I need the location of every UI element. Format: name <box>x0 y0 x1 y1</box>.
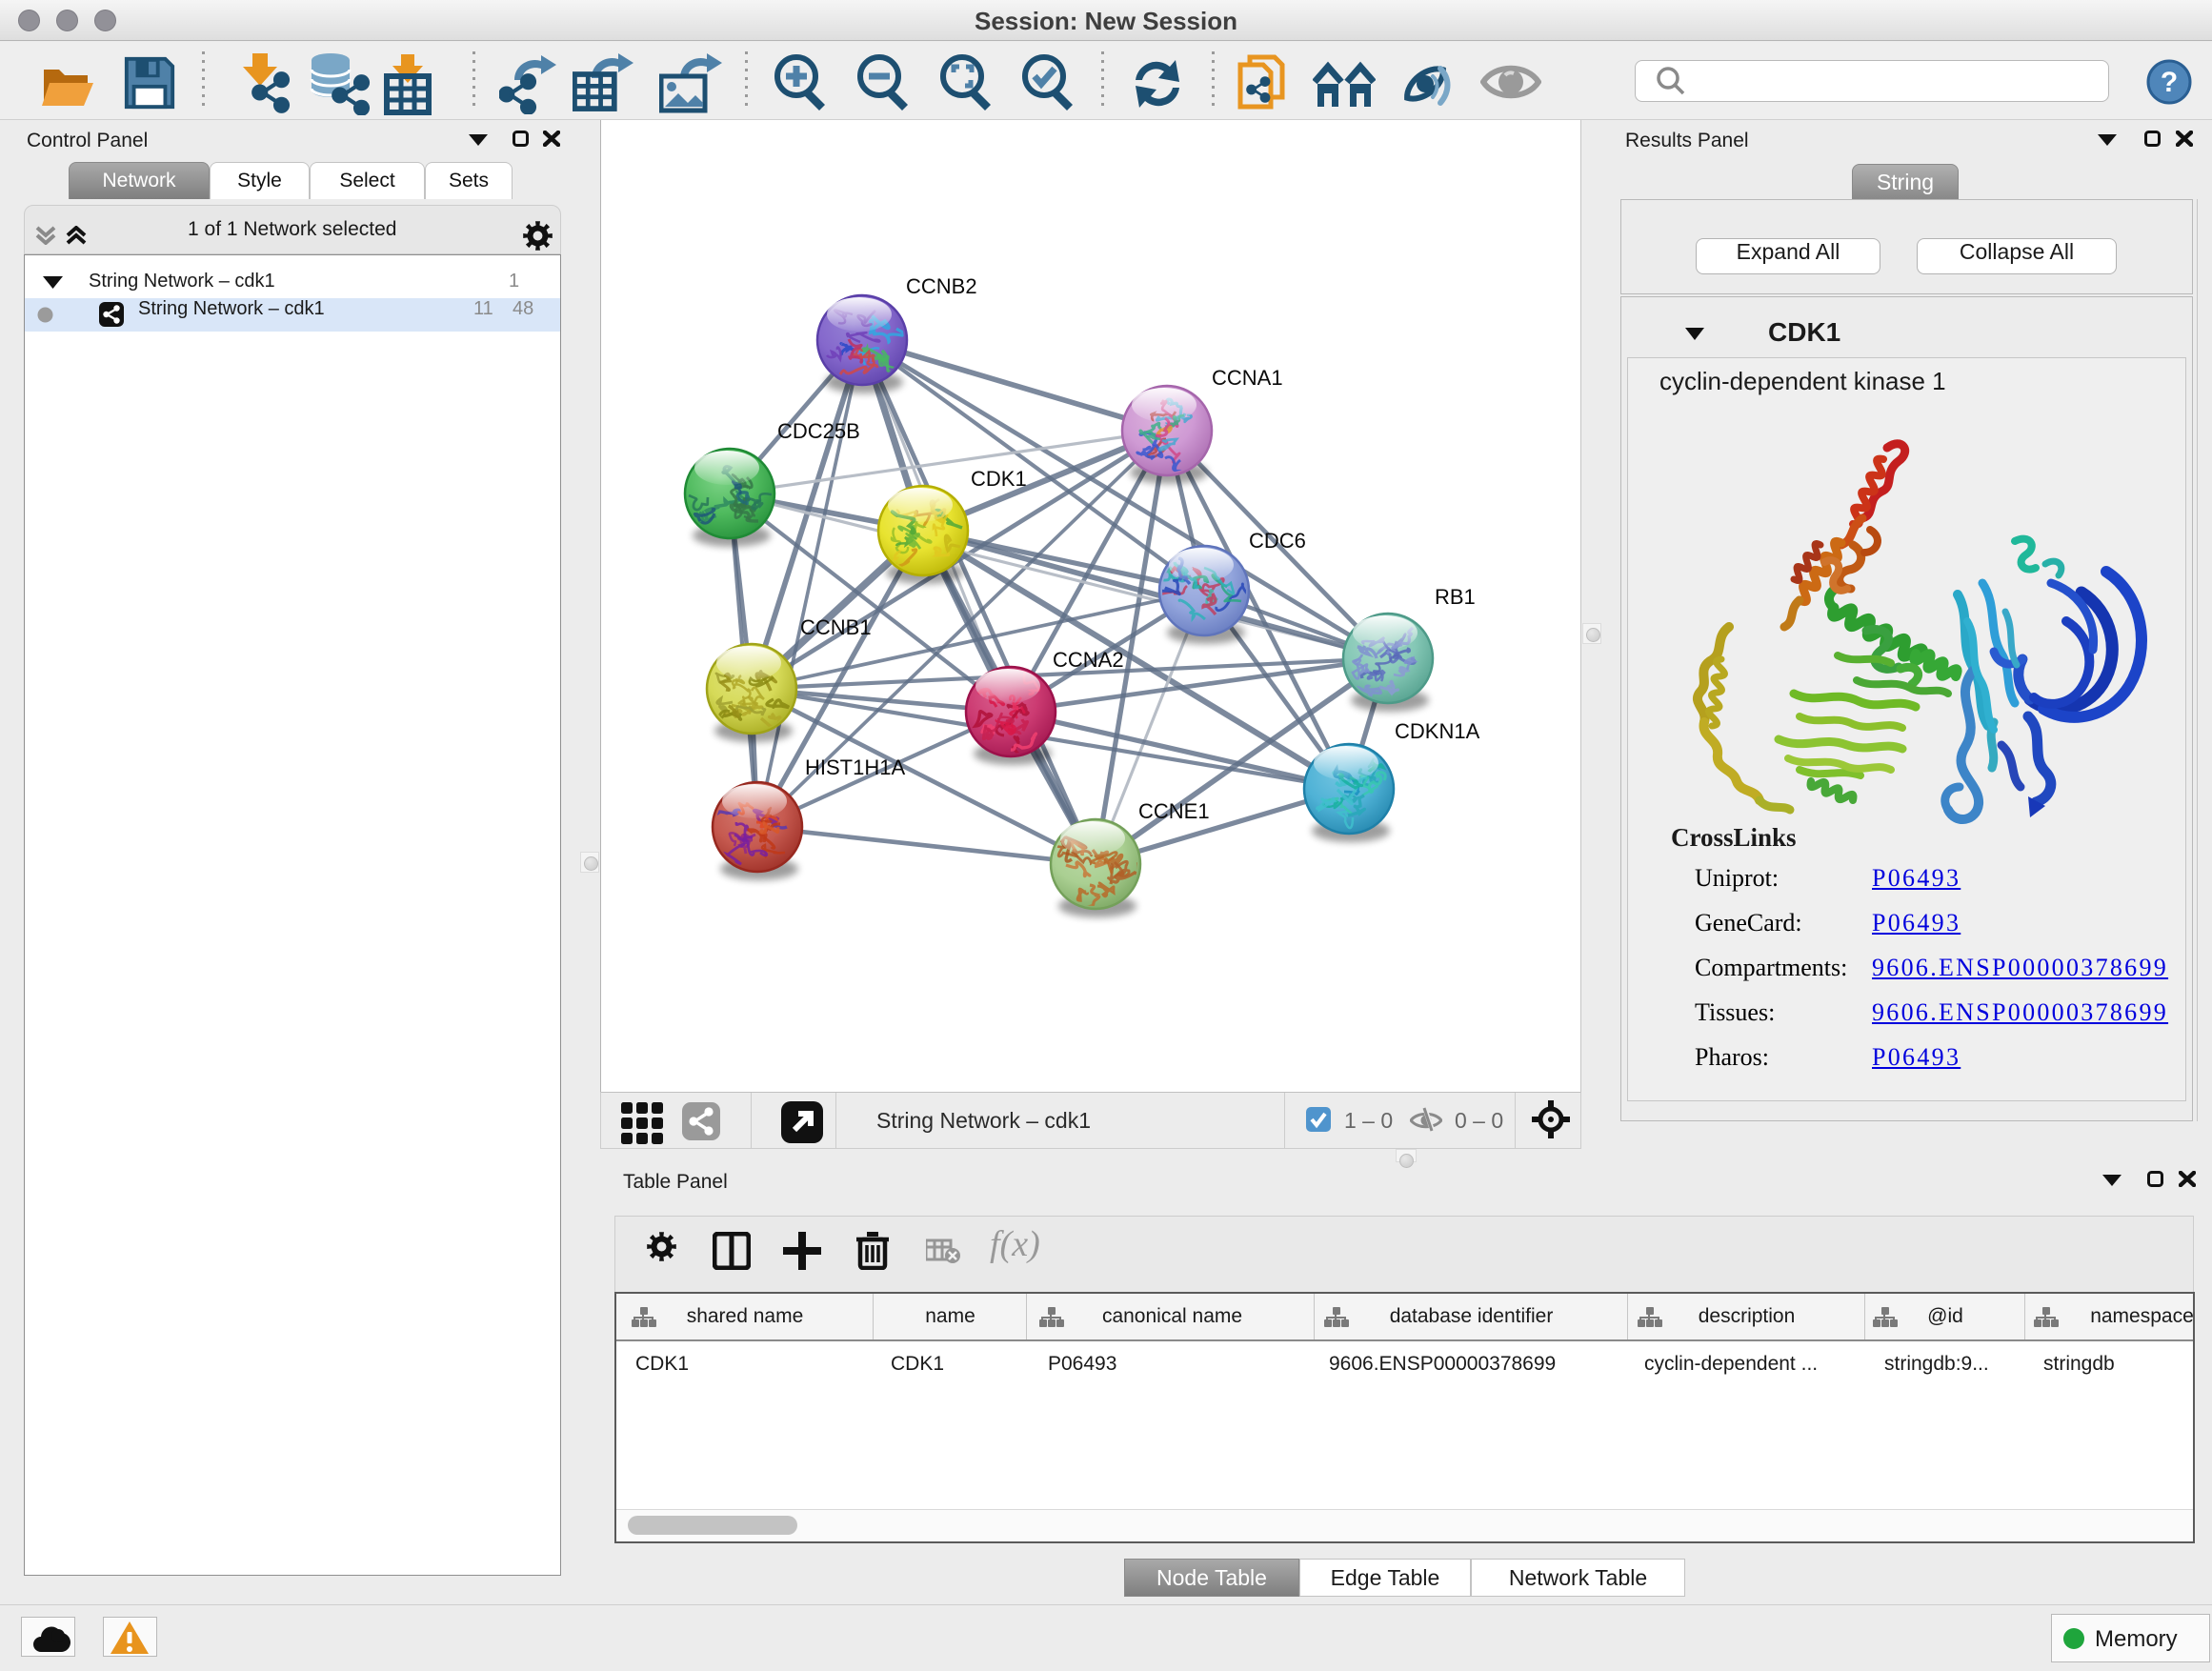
svg-text:CDKN1A: CDKN1A <box>1395 719 1480 743</box>
svg-text:CCNA2: CCNA2 <box>1053 648 1124 672</box>
svg-text:RB1: RB1 <box>1435 585 1476 609</box>
svg-text:CDC6: CDC6 <box>1249 529 1306 553</box>
svg-text:CCNB1: CCNB1 <box>800 615 872 639</box>
svg-text:CDC25B: CDC25B <box>777 419 860 443</box>
svg-text:HIST1H1A: HIST1H1A <box>805 755 905 779</box>
svg-text:?: ? <box>2161 67 2178 98</box>
svg-text:f(x): f(x) <box>990 1227 1040 1264</box>
svg-text:CCNE1: CCNE1 <box>1138 799 1210 823</box>
svg-text:CDK1: CDK1 <box>971 467 1027 491</box>
svg-text:CCNB2: CCNB2 <box>906 274 977 298</box>
svg-text:CCNA1: CCNA1 <box>1212 366 1283 390</box>
